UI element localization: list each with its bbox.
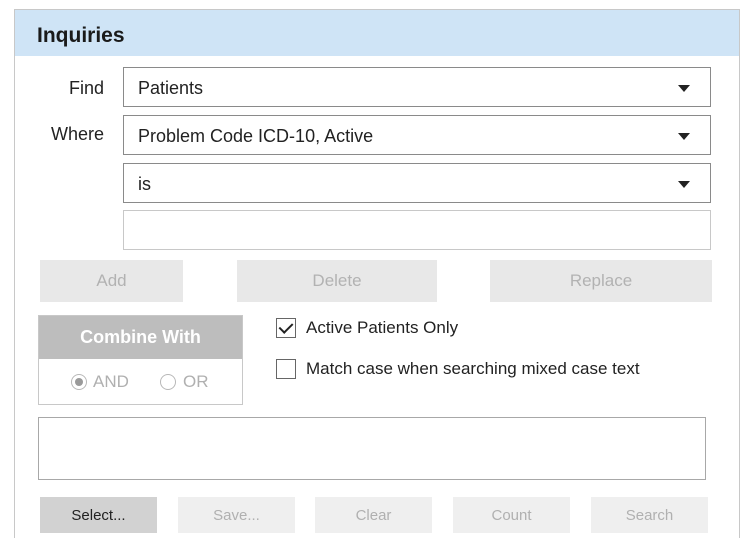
replace-button[interactable]: Replace [490,260,712,302]
combine-with-title: Combine With [39,316,242,359]
operator-dropdown-value: is [138,174,151,194]
add-button[interactable]: Add [40,260,183,302]
match-case-checkbox[interactable] [276,359,296,379]
combine-with-group: Combine With AND OR [38,315,243,405]
or-radio-label: OR [183,372,209,391]
select-button[interactable]: Select... [40,497,157,533]
clear-button[interactable]: Clear [315,497,432,533]
panel-header: Inquiries [14,9,740,56]
query-text-area[interactable] [38,417,706,480]
chevron-down-icon [678,85,690,92]
chevron-down-icon [678,181,690,188]
or-radio[interactable] [160,374,176,390]
save-button[interactable]: Save... [178,497,295,533]
radio-selected-dot [75,378,83,386]
find-label: Find [68,78,104,98]
active-patients-label: Active Patients Only [306,318,459,337]
panel-title: Inquiries [37,24,125,47]
and-radio[interactable] [71,374,87,390]
search-button[interactable]: Search [591,497,708,533]
chevron-down-icon [678,133,690,140]
where-label: Where [50,124,104,144]
find-dropdown-value: Patients [138,78,204,98]
match-case-label: Match case when searching mixed case tex… [306,359,640,378]
count-button[interactable]: Count [453,497,570,533]
checkmark-icon [278,319,294,334]
operator-dropdown[interactable]: is [123,163,711,203]
where-dropdown[interactable]: Problem Code ICD-10, Active [123,115,711,155]
delete-button[interactable]: Delete [237,260,437,302]
criteria-value-input[interactable] [123,210,711,250]
and-radio-label: AND [93,372,129,391]
where-dropdown-value: Problem Code ICD-10, Active [138,126,374,146]
find-dropdown[interactable]: Patients [123,67,711,107]
active-patients-checkbox[interactable] [276,318,296,338]
